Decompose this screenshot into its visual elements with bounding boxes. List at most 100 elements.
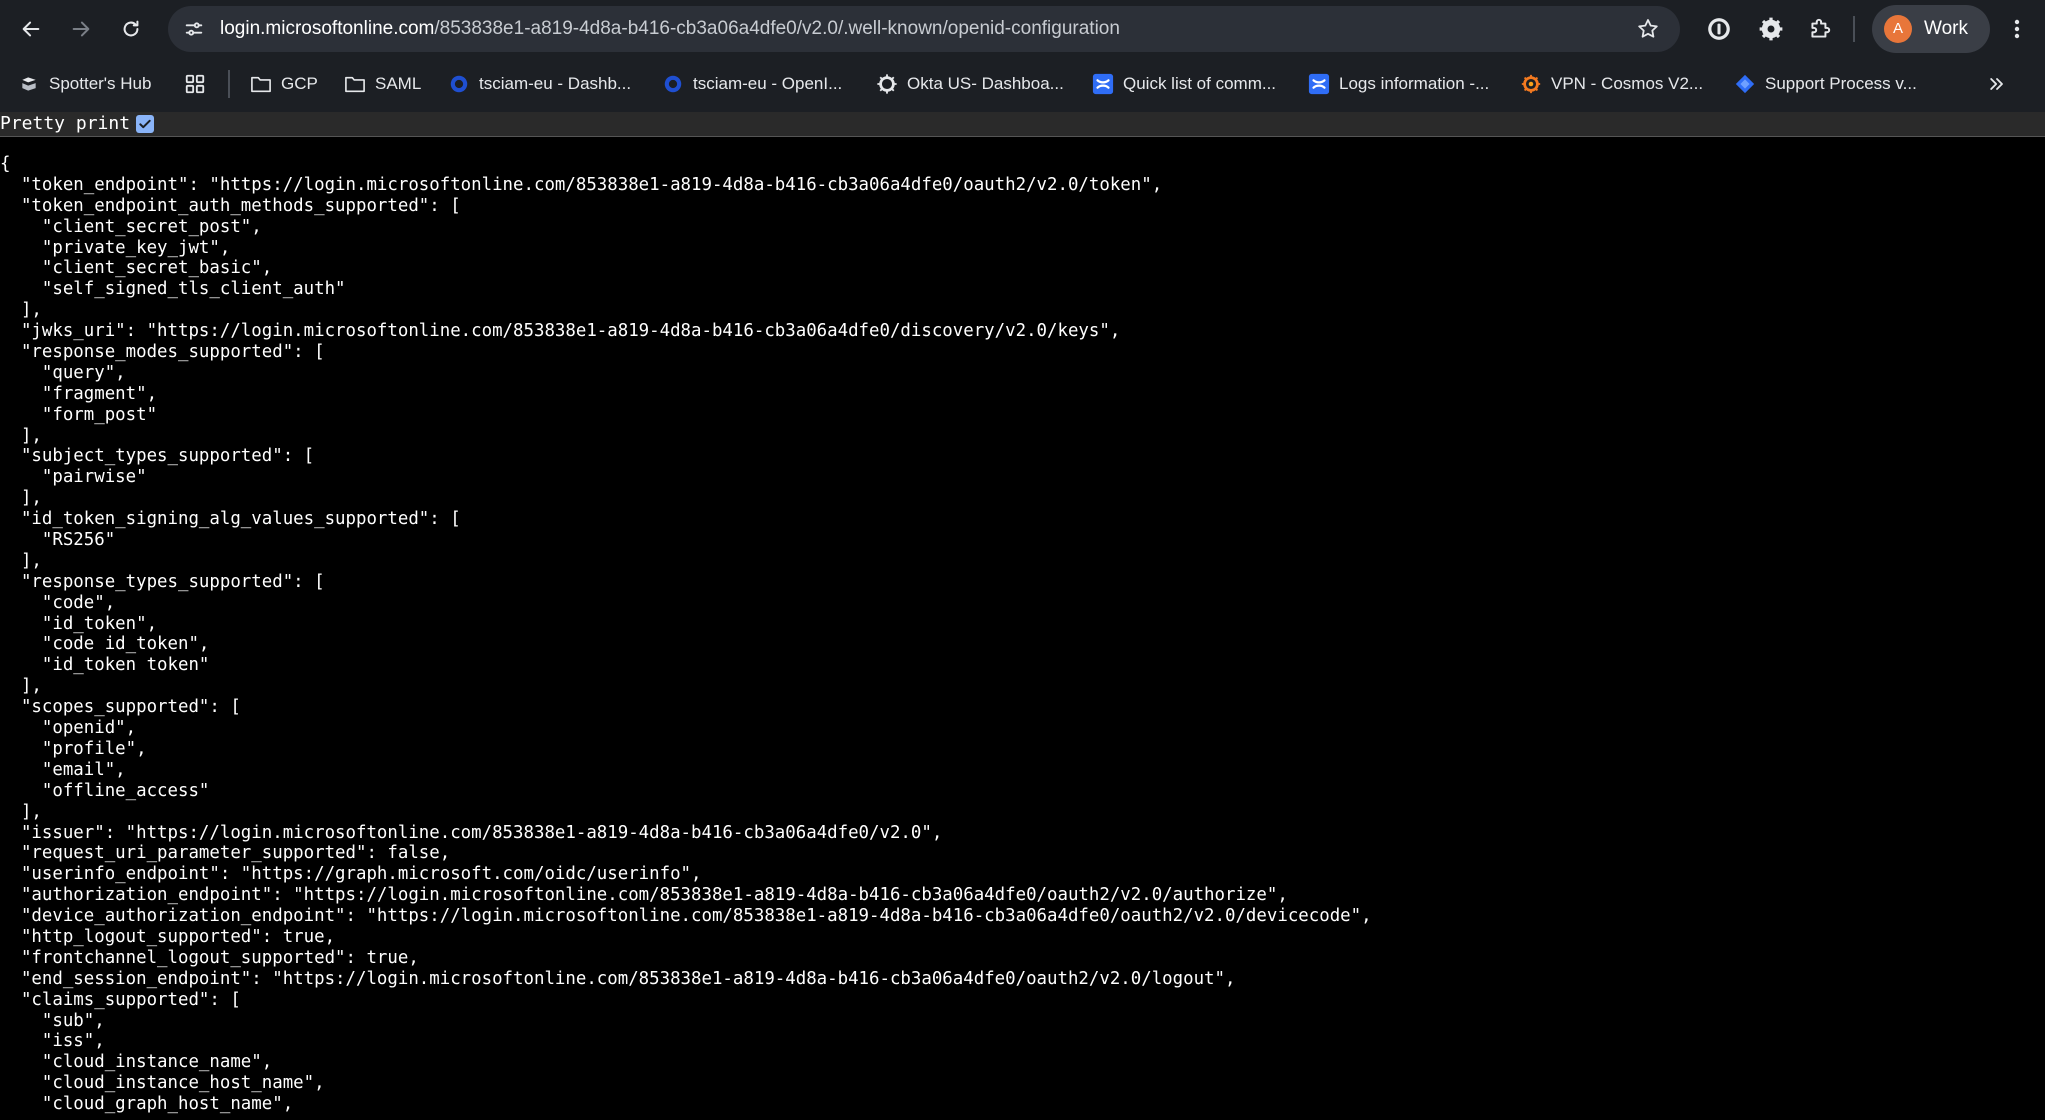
json-line: "client_secret_post", [0,216,262,237]
json-line: "id_token_signing_alg_values_supported":… [0,509,461,530]
bookmark-item[interactable]: Okta US- Dashboa... [876,68,1064,100]
bookmark-item[interactable]: Support Process v... [1734,68,1917,100]
more-vert-icon [2014,19,2020,39]
star-icon [1638,19,1658,38]
json-line: "token_endpoint": "https://login.microso… [0,174,1163,195]
json-line: "end_session_endpoint": "https://login.m… [0,968,1236,989]
browser-toolbar: login.microsoftonline.com/853838e1-a819-… [0,0,2045,58]
json-line: "cloud_graph_host_name", [0,1094,294,1115]
json-line: "self_signed_tls_client_auth" [0,279,346,300]
more-bookmarks-button[interactable] [1982,67,2012,101]
json-line: "cloud_instance_host_name", [0,1073,325,1094]
settings-extension[interactable] [1754,12,1788,46]
json-line: "userinfo_endpoint": "https://graph.micr… [0,864,702,885]
json-line: "jwks_uri": "https://login.microsoftonli… [0,321,1121,342]
bookmark-item[interactable]: Quick list of comm... [1092,68,1276,100]
json-line: "claims_supported": [ [0,989,241,1010]
json-line: "iss", [0,1031,105,1052]
jira-icon [1734,73,1756,95]
json-line: ], [0,676,42,697]
back-button[interactable] [12,10,50,48]
json-line: "token_endpoint_auth_methods_supported":… [0,195,461,216]
onepassword-icon [1708,18,1730,40]
bookmark-item[interactable]: tsciam-eu - OpenI... [662,68,842,100]
json-line: "fragment", [0,383,158,404]
address-bar[interactable]: login.microsoftonline.com/853838e1-a819-… [168,6,1680,52]
bookmark-label: VPN - Cosmos V2... [1551,74,1704,93]
json-line: "subject_types_supported": [ [0,446,315,467]
bookmark-label: GCP [281,74,318,93]
bookmark-folder-saml[interactable]: SAML [344,68,421,100]
extensions-button[interactable] [1803,12,1837,46]
bookmark-item[interactable]: Spotter's Hub [18,68,151,100]
json-line: "http_logout_supported": true, [0,926,336,947]
profile-label: Work [1924,18,1968,39]
bookmark-label: Quick list of comm... [1123,74,1277,93]
json-line: "request_uri_parameter_supported": false… [0,843,451,864]
reload-button[interactable] [112,10,150,48]
bookmark-label: Spotter's Hub [49,74,152,93]
json-line: "device_authorization_endpoint": "https:… [0,906,1372,927]
bookmark-item[interactable]: Logs information -... [1308,68,1489,100]
bookmark-label: SAML [375,74,422,93]
profile-button[interactable]: A Work [1872,5,1990,53]
json-line: "response_modes_supported": [ [0,342,325,363]
pretty-print-checkbox[interactable] [136,115,154,133]
apps-button[interactable] [184,68,215,100]
json-line: "id_token token" [0,655,210,676]
url-path: /853838e1-a819-4d8a-b416-cb3a06a4dfe0/v2… [434,18,1120,39]
url-host: login.microsoftonline.com [220,18,435,39]
okta-gear-icon [876,73,898,95]
puzzle-icon [1811,18,1831,38]
password-manager-extension[interactable] [1702,12,1736,46]
json-line: ], [0,488,42,509]
bookmark-label: tsciam-eu - Dashb... [479,74,632,93]
pretty-print-bar: Pretty print [0,112,2045,137]
json-line: "authorization_endpoint": "https://login… [0,885,1288,906]
forward-button[interactable] [62,10,100,48]
gear-icon [1759,17,1783,41]
json-line: "private_key_jwt", [0,237,231,258]
json-line: "code id_token", [0,634,210,655]
browser-menu-button[interactable] [2002,12,2032,46]
json-line: ], [0,550,42,571]
json-content: { "token_endpoint": "https://login.micro… [0,154,1372,1115]
reload-icon [123,20,139,37]
bookmark-label: tsciam-eu - OpenI... [693,74,843,93]
grafana-icon [1520,73,1542,95]
json-line: "email", [0,759,126,780]
pretty-print-label: Pretty print [0,113,131,134]
json-line: "sub", [0,1010,105,1031]
bookmark-folder-gcp[interactable]: GCP [250,68,318,100]
json-line: "cloud_instance_name", [0,1052,273,1073]
bookmarks-divider [228,70,230,98]
json-line: "query", [0,362,126,383]
json-line: ], [0,801,42,822]
checkmark-icon [139,119,151,129]
json-line: "issuer": "https://login.microsoftonline… [0,822,943,843]
folder-icon [344,73,366,95]
arrow-right-icon [72,21,90,37]
json-line: { [0,154,11,174]
json-line: "profile", [0,738,147,759]
bookmark-item[interactable]: tsciam-eu - Dashb... [448,68,631,100]
site-info-button[interactable] [178,13,210,45]
json-line: "frontchannel_logout_supported": true, [0,947,419,968]
bookmark-star-button[interactable] [1636,17,1660,46]
json-line: "id_token", [0,613,158,634]
json-line: "RS256" [0,530,116,551]
chevron-double-right-icon [1990,78,2003,90]
json-line: "pairwise" [0,467,147,488]
bookmark-label: Logs information -... [1339,74,1490,93]
tune-icon [185,22,203,36]
url-text[interactable]: login.microsoftonline.com/853838e1-a819-… [220,18,1120,40]
json-line: "offline_access" [0,780,210,801]
json-line: "form_post" [0,404,158,425]
json-line: ], [0,425,42,446]
bookmark-label: Okta US- Dashboa... [907,74,1064,93]
confluence-icon [1308,73,1330,95]
avatar: A [1884,15,1912,43]
apps-grid-icon [184,73,206,95]
okta-icon [662,73,684,95]
bookmark-item[interactable]: VPN - Cosmos V2... [1520,68,1703,100]
